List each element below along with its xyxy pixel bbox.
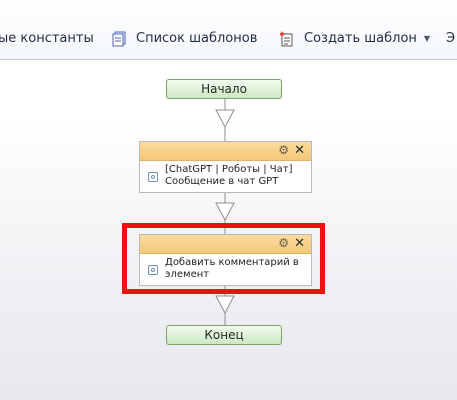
start-node[interactable]: Начало — [166, 79, 282, 99]
close-icon[interactable]: ✕ — [294, 143, 305, 158]
arrow-down-icon — [215, 295, 235, 315]
arrow-down-icon — [215, 202, 235, 222]
activity-icon — [148, 172, 158, 182]
start-node-label: Начало — [201, 82, 247, 96]
arrow-down-icon — [215, 109, 235, 129]
activity-label: [ChatGPT | Роботы | Чат] Сообщение в чат… — [165, 164, 293, 187]
end-node-label: Конец — [204, 328, 244, 342]
highlight-frame — [122, 223, 325, 294]
activity-header: ⚙ ✕ — [140, 142, 311, 161]
activity-chatgpt-message[interactable]: ⚙ ✕ [ChatGPT | Роботы | Чат] Сообщение в… — [139, 141, 312, 193]
gear-icon[interactable]: ⚙ — [278, 144, 289, 157]
end-node[interactable]: Конец — [166, 325, 282, 345]
